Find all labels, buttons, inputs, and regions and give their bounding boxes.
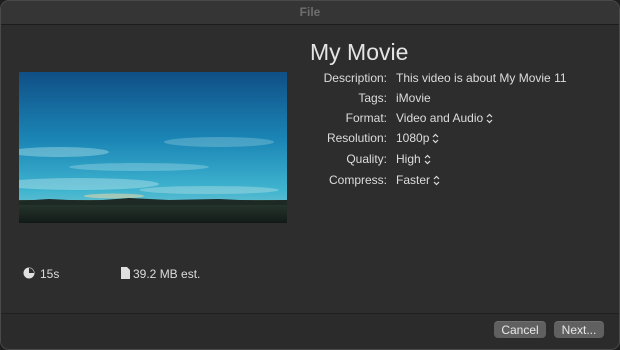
chevron-up-down-icon [433,175,440,186]
compress-popup[interactable]: Faster [396,173,440,187]
duration-stat: 15s [23,267,59,281]
quality-row: Quality: High [1,152,619,168]
dialog-footer: Cancel Next... [1,313,619,349]
movie-title[interactable]: My Movie [310,39,408,66]
description-label: Description: [323,71,387,85]
tags-row: Tags: iMovie [1,91,619,107]
size-stat: 39.2 MB est. [121,266,201,282]
window-title: File [1,1,619,25]
description-field[interactable]: This video is about My Movie 11 [396,71,567,85]
tags-label: Tags: [358,91,387,105]
format-label: Format: [345,111,387,125]
format-row: Format: Video and Audio [1,111,619,127]
quality-popup[interactable]: High [396,152,431,166]
dialog-content: My Movie Description: This video is abou… [1,25,619,313]
share-file-dialog: File My Movie Description: This video is… [0,0,620,350]
next-button[interactable]: Next... [554,321,604,338]
format-popup[interactable]: Video and Audio [396,111,493,125]
cancel-button[interactable]: Cancel [494,321,546,338]
size-value: 39.2 MB est. [133,267,201,281]
resolution-label: Resolution: [326,131,387,145]
resolution-popup[interactable]: 1080p [396,131,439,145]
tags-field[interactable]: iMovie [396,91,431,105]
resolution-row: Resolution: 1080p [1,131,619,147]
quality-label: Quality: [346,152,387,166]
document-icon [121,266,130,282]
compress-label: Compress: [328,173,387,187]
compress-row: Compress: Faster [1,173,619,189]
chevron-up-down-icon [424,154,431,165]
duration-value: 15s [40,267,60,281]
chevron-up-down-icon [486,113,493,124]
clock-icon [23,267,35,282]
chevron-up-down-icon [432,133,439,144]
description-row: Description: This video is about My Movi… [1,71,619,87]
